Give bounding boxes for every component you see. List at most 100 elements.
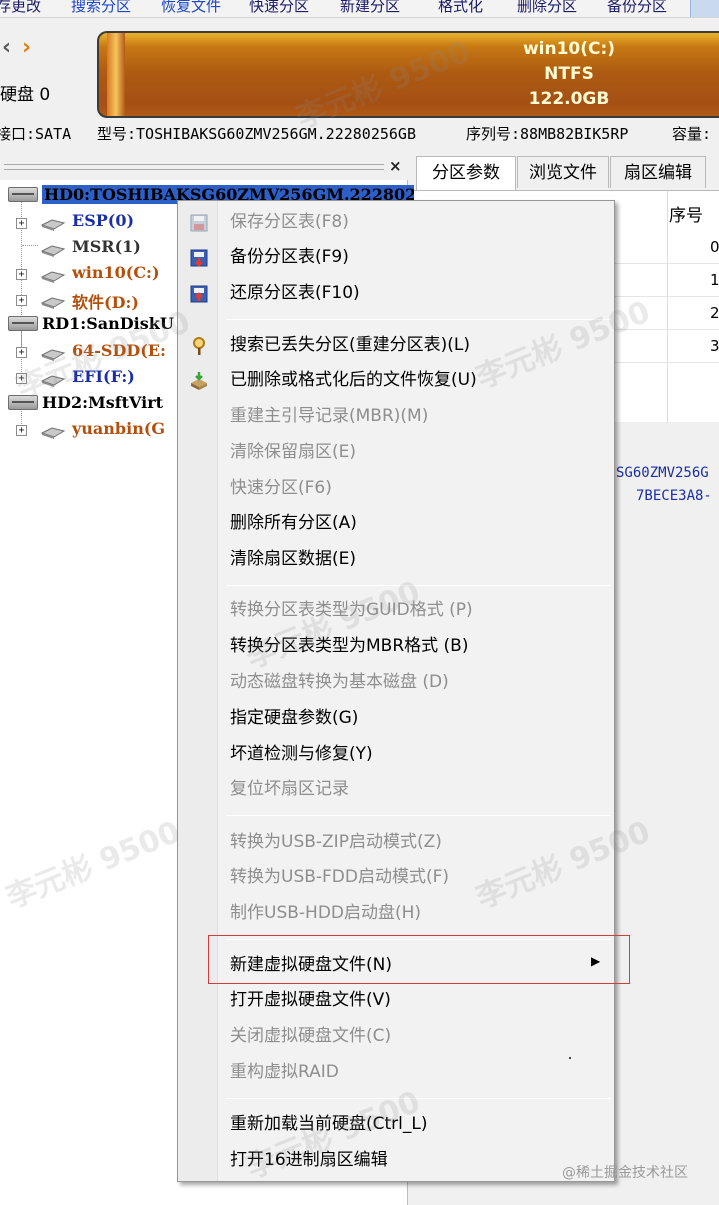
menu-item-rebuild-virtual-raid[interactable]: 重构虚拟RAID xyxy=(230,1055,339,1089)
menu-item-recover-deleted-files[interactable]: 已删除或格式化后的文件恢复(U) xyxy=(230,363,477,397)
disk-label: 硬盘 0 xyxy=(0,85,51,105)
menu-item-reset-bad-sector-record[interactable]: 复位坏扇区记录 xyxy=(230,772,349,806)
panel-grip[interactable] xyxy=(4,164,384,170)
expand-icon[interactable]: + xyxy=(16,295,27,306)
hard-disk-icon xyxy=(8,187,38,202)
toolbar-format[interactable]: 格式化 xyxy=(438,0,483,16)
menu-item-reload-disk[interactable]: 重新加载当前硬盘(Ctrl_L) xyxy=(230,1107,427,1141)
tree-node-label: HD2:MsftVirt xyxy=(42,393,164,412)
expand-icon[interactable]: + xyxy=(16,373,27,384)
menu-item-usb-zip-mode[interactable]: 转换为USB-ZIP启动模式(Z) xyxy=(230,825,442,859)
tree-node-label: RD1:SanDiskU xyxy=(42,314,174,333)
partition-icon xyxy=(40,216,66,231)
menu-item-convert-to-mbr[interactable]: 转换分区表类型为MBR格式 (B) xyxy=(230,629,468,663)
row-index: 2 xyxy=(710,304,719,322)
menu-item-clear-sector-data[interactable]: 清除扇区数据(E) xyxy=(230,542,356,576)
partition-icon xyxy=(40,242,66,257)
partition-icon xyxy=(40,294,66,309)
disk-model: 型号:TOSHIBAKSG60ZMV256GM.22280256GB xyxy=(97,125,416,143)
next-disk-icon[interactable]: › xyxy=(22,35,31,60)
menu-item-rebuild-mbr[interactable]: 重建主引导记录(MBR)(M) xyxy=(230,399,428,433)
disk-info-line: 接口:SATA 型号:TOSHIBAKSG60ZMV256GM.22280256… xyxy=(0,118,719,148)
menu-separator xyxy=(226,585,611,586)
magnifier-icon xyxy=(189,336,209,356)
stray-dot xyxy=(569,1057,571,1059)
disk-interface: 接口:SATA xyxy=(0,125,72,143)
menu-item-quick-partition[interactable]: 快速分区(F6) xyxy=(230,471,332,505)
annotation-highlight-box xyxy=(208,935,630,984)
menu-item-specify-disk-params[interactable]: 指定硬盘参数(G) xyxy=(230,701,358,735)
recover-icon xyxy=(189,371,209,391)
toolbar: 存更改 搜索分区 恢复文件 快速分区 新建分区 格式化 删除分区 备份分区 xyxy=(0,0,719,18)
hard-disk-icon xyxy=(8,316,38,331)
menu-item-usb-fdd-mode[interactable]: 转换为USB-FDD启动模式(F) xyxy=(230,860,449,894)
expand-icon[interactable]: + xyxy=(16,347,27,358)
partition-icon xyxy=(40,268,66,283)
expand-icon[interactable]: + xyxy=(16,269,27,280)
disk-info-guid-fragment: 7BECE3A8- xyxy=(636,488,712,504)
toolbar-overflow-button[interactable] xyxy=(690,0,719,17)
menu-item-dynamic-to-basic[interactable]: 动态磁盘转换为基本磁盘 (D) xyxy=(230,665,449,699)
disk-bar: ‹ › 硬盘 0 win10(C:) NTFS 122.0GB xyxy=(0,18,719,118)
hard-disk-icon xyxy=(8,395,38,410)
expand-icon[interactable]: + xyxy=(16,425,27,436)
menu-item-bad-sector-check[interactable]: 坏道检测与修复(Y) xyxy=(230,737,373,771)
menu-item-restore-partition-table[interactable]: 还原分区表(F10) xyxy=(230,276,360,310)
partition-size: 122.0GB xyxy=(528,89,610,109)
menu-item-save-partition-table[interactable]: 保存分区表(F8) xyxy=(230,205,349,239)
disk-capacity: 容量: xyxy=(672,125,712,143)
partition-icon xyxy=(40,346,66,361)
partition-fs: NTFS xyxy=(544,64,594,84)
footer-brand: @稀土掘金技术社区 xyxy=(562,1165,688,1181)
menu-item-close-virtual-disk[interactable]: 关闭虚拟硬盘文件(C) xyxy=(230,1019,391,1053)
column-header-index: 序号 xyxy=(669,206,703,226)
tree-node-label: yuanbin(G xyxy=(72,419,166,438)
menu-item-delete-all-partitions[interactable]: 删除所有分区(A) xyxy=(230,506,357,540)
toolbar-recover-files[interactable]: 恢复文件 xyxy=(161,0,221,16)
menu-item-search-lost-partitions[interactable]: 搜索已丢失分区(重建分区表)(L) xyxy=(230,328,470,362)
toolbar-delete-partition[interactable]: 删除分区 xyxy=(517,0,577,16)
menu-item-convert-to-guid[interactable]: 转换分区表类型为GUID格式 (P) xyxy=(230,593,473,627)
toolbar-search-partition[interactable]: 搜索分区 xyxy=(71,0,131,16)
menu-item-open-hex-editor[interactable]: 打开16进制扇区编辑 xyxy=(230,1143,388,1177)
menu-item-make-usb-hdd[interactable]: 制作USB-HDD启动盘(H) xyxy=(230,896,421,930)
toolbar-backup-partition[interactable]: 备份分区 xyxy=(607,0,667,16)
toolbar-quick-partition[interactable]: 快速分区 xyxy=(249,0,309,16)
row-index: 0 xyxy=(710,238,719,256)
tree-node-label: EFI(F:) xyxy=(72,367,135,386)
menu-item-open-virtual-disk[interactable]: 打开虚拟硬盘文件(V) xyxy=(230,983,391,1017)
partition-name: win10(C:) xyxy=(522,39,616,59)
partition-bar-highlight xyxy=(107,33,125,116)
expand-icon[interactable]: + xyxy=(16,218,27,229)
tree-node-label: 64-SDD(E: xyxy=(72,341,166,360)
menu-item-clear-reserved-sectors[interactable]: 清除保留扇区(E) xyxy=(230,435,356,469)
partition-icon xyxy=(40,424,66,439)
tree-panel-header: × xyxy=(0,156,408,180)
row-index: 3 xyxy=(710,337,719,355)
context-menu: 保存分区表(F8) 备份分区表(F9) 还原分区表(F10) 搜索已丢失分区(重… xyxy=(177,200,615,1182)
toolbar-new-partition[interactable]: 新建分区 xyxy=(340,0,400,16)
previous-disk-icon[interactable]: ‹ xyxy=(2,35,11,60)
backup-icon xyxy=(189,248,209,268)
row-index: 1 xyxy=(710,271,719,289)
save-icon xyxy=(189,213,209,233)
menu-separator xyxy=(226,815,611,816)
tab-partition-params[interactable]: 分区参数 xyxy=(416,156,516,190)
tree-node-label: ESP(0) xyxy=(72,211,135,230)
tree-node-label: win10(C:) xyxy=(72,263,160,282)
disk-info-model-fragment: SG60ZMV256G xyxy=(616,465,709,481)
close-icon[interactable]: × xyxy=(389,157,402,175)
menu-separator xyxy=(226,319,611,320)
tree-node-label: 软件(D:) xyxy=(72,293,139,312)
tab-sector-editor[interactable]: 扇区编辑 xyxy=(610,156,706,188)
tree-node-label: MSR(1) xyxy=(72,237,141,256)
toolbar-save-changes[interactable]: 存更改 xyxy=(0,0,41,16)
tree-line xyxy=(22,245,38,246)
tab-browse-files[interactable]: 浏览文件 xyxy=(517,156,609,188)
disk-serial: 序列号:88MB82BIK5RP xyxy=(466,125,629,143)
menu-separator xyxy=(226,1098,611,1099)
restore-icon xyxy=(189,284,209,304)
menu-item-backup-partition-table[interactable]: 备份分区表(F9) xyxy=(230,240,349,274)
partition-bar-win10[interactable]: win10(C:) NTFS 122.0GB xyxy=(97,31,719,118)
partition-icon xyxy=(40,372,66,387)
